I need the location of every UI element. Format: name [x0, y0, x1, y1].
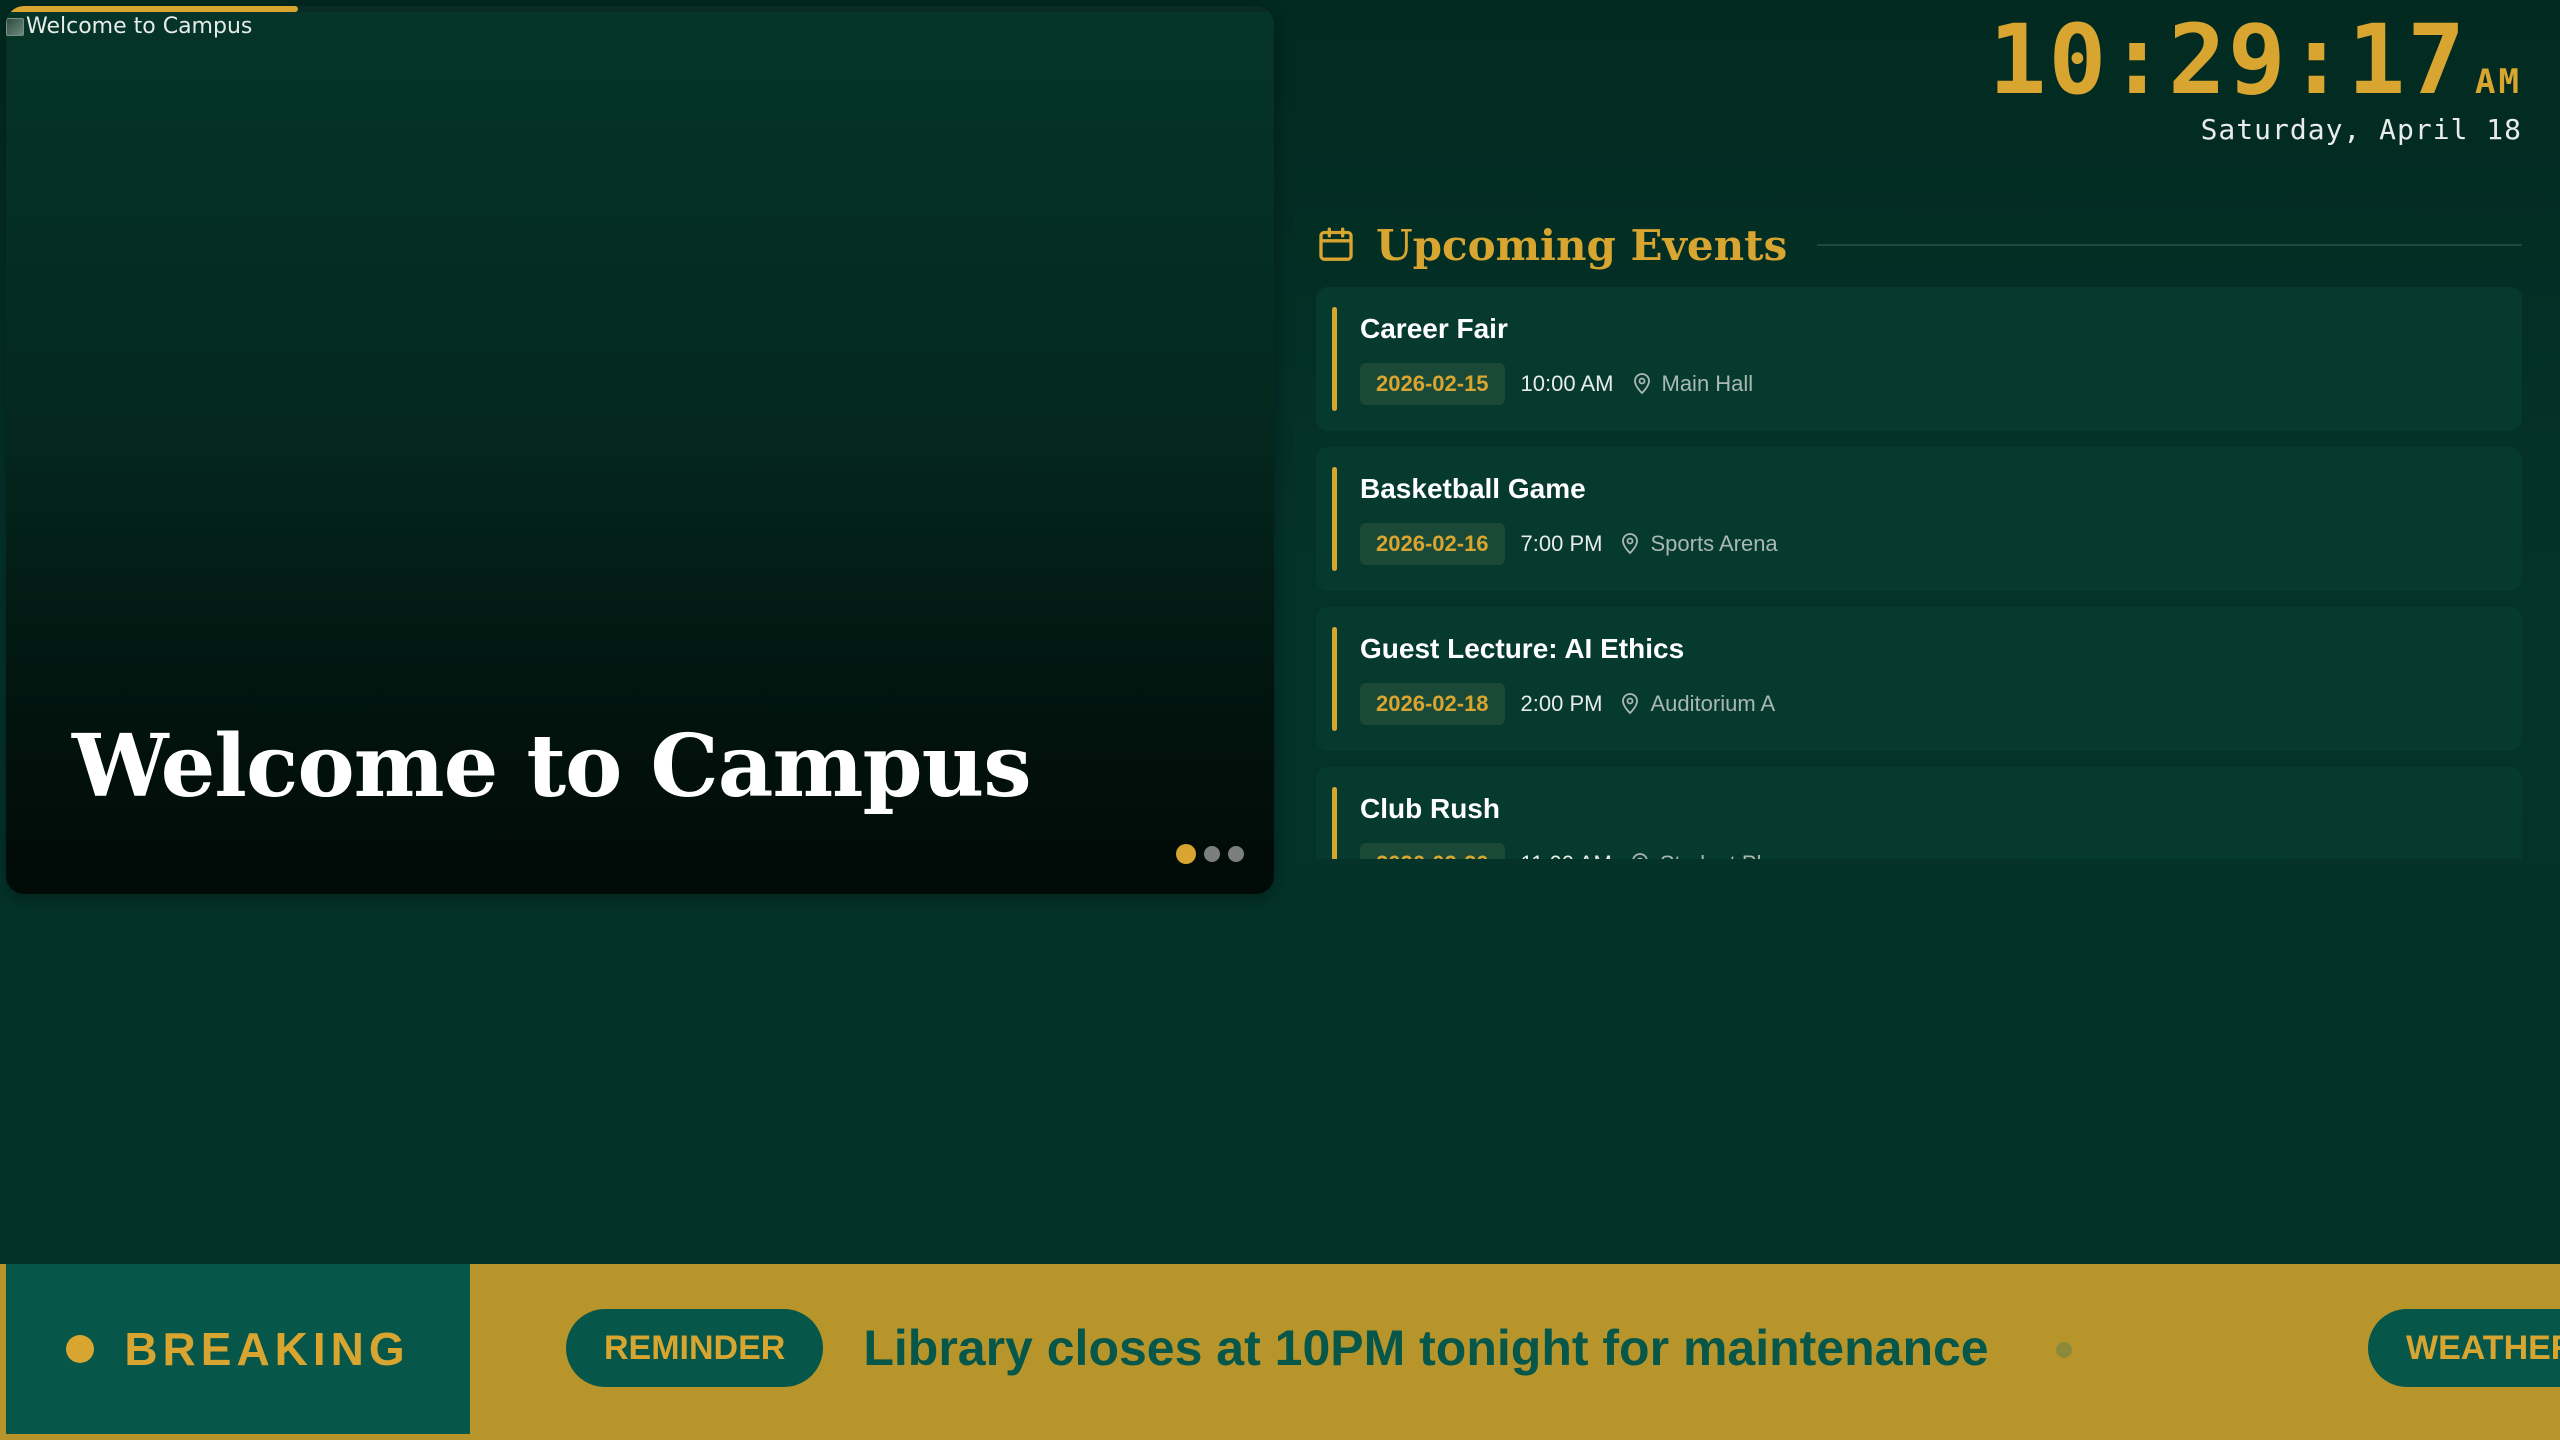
event-title: Basketball Game: [1360, 473, 1586, 504]
event-meta: 2026-02-16 7:00 PM Sports Arena: [1360, 523, 1778, 565]
event-location: Student Plaza: [1660, 851, 1797, 859]
event-card[interactable]: Guest Lecture: AI Ethics 2026-02-18 2:00…: [1316, 607, 2522, 751]
slide-dot-2[interactable]: [1204, 846, 1220, 862]
event-date-badge: 2026-02-16: [1360, 523, 1505, 565]
hero-image: Welcome to Campus: [6, 14, 252, 39]
broken-image-icon: [6, 17, 24, 36]
event-title: Club Rush: [1360, 793, 1500, 824]
event-meta: 2026-02-15 10:00 AM Main Hall: [1360, 363, 1753, 405]
hero-slideshow: Welcome to Campus Welcome to Campus: [6, 6, 1274, 894]
ticker-item: REMINDER Library closes at 10PM tonight …: [566, 1309, 1989, 1387]
ticker-tag: REMINDER: [566, 1309, 824, 1387]
clock-ampm: AM: [2475, 62, 2522, 102]
events-list[interactable]: Career Fair 2026-02-15 10:00 AM Main Hal…: [1316, 287, 2522, 859]
event-date-badge: 2026-02-20: [1360, 843, 1505, 859]
upcoming-events-panel: Upcoming Events Career Fair 2026-02-15 1…: [1316, 215, 2522, 859]
breaking-label: BREAKING: [124, 1323, 410, 1375]
events-header: Upcoming Events: [1316, 215, 2522, 275]
ticker-text: Library closes at 10PM tonight for maint…: [863, 1320, 1989, 1376]
ticker-tag: WEATHER: [2368, 1309, 2560, 1387]
slide-dot-3[interactable]: [1228, 846, 1244, 862]
event-card[interactable]: Basketball Game 2026-02-16 7:00 PM Sport…: [1316, 447, 2522, 591]
event-location: Main Hall: [1661, 371, 1754, 396]
clock-time: 10:29:17: [1988, 4, 2468, 116]
event-location: Auditorium A: [1650, 691, 1776, 716]
location-pin-icon: [1633, 373, 1650, 395]
location-pin-icon: [1632, 853, 1648, 859]
event-card[interactable]: Club Rush 2026-02-20 11:00 AM Student Pl…: [1316, 767, 2522, 859]
event-time: 2:00 PM: [1520, 691, 1603, 716]
location-pin-icon: [1622, 533, 1639, 555]
ticker-item: WEATHER: [2368, 1309, 2560, 1387]
ticker-separator-icon: [2056, 1342, 2072, 1358]
calendar-icon: [1319, 227, 1353, 261]
slide-indicators: [1176, 844, 1244, 864]
live-dot-icon: [66, 1335, 95, 1363]
breaking-label-box: BREAKING: [6, 1264, 470, 1434]
event-date-badge: 2026-02-15: [1360, 363, 1505, 405]
hero-title: Welcome to Campus: [72, 716, 1032, 817]
clock: 10:29:17 AM Saturday, April 18: [1989, 10, 2522, 146]
signage-screen: Welcome to Campus Welcome to Campus 10:2…: [0, 0, 2560, 1440]
event-time: 11:00 AM: [1521, 851, 1612, 859]
event-date-badge: 2026-02-18: [1360, 683, 1505, 725]
events-title: Upcoming Events: [1376, 220, 1788, 270]
event-time: 7:00 PM: [1520, 531, 1603, 556]
location-pin-icon: [1622, 693, 1639, 715]
hero-image-alt-text: Welcome to Campus: [26, 14, 253, 39]
event-time: 10:00 AM: [1520, 371, 1614, 396]
slide-dot-1[interactable]: [1176, 844, 1196, 864]
event-meta: 2026-02-18 2:00 PM Auditorium A: [1360, 683, 1775, 725]
clock-date: Saturday, April 18: [2200, 112, 2522, 146]
event-location: Sports Arena: [1650, 531, 1778, 556]
event-card[interactable]: Career Fair 2026-02-15 10:00 AM Main Hal…: [1316, 287, 2522, 431]
events-divider: [1817, 244, 2522, 246]
breaking-news-bar: BREAKING REMINDER Library closes at 10PM…: [0, 1260, 2560, 1440]
event-title: Guest Lecture: AI Ethics: [1360, 633, 1685, 664]
slide-progress-bar: [6, 6, 1274, 12]
event-title: Career Fair: [1360, 313, 1508, 344]
event-meta: 2026-02-20 11:00 AM Student Plaza: [1360, 843, 1797, 859]
slide-progress-fill: [6, 6, 298, 12]
